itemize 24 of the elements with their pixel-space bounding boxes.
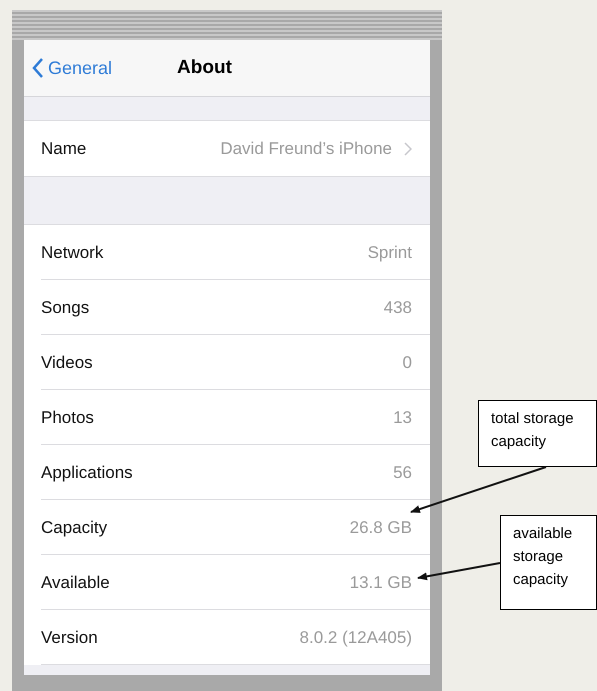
row-value: 13.1 GB [350, 572, 412, 594]
page-title: About [177, 56, 232, 80]
row-value: 56 [393, 462, 412, 484]
row-label: Network [41, 242, 104, 264]
row-value: 26.8 GB [350, 516, 412, 539]
settings-row[interactable]: Name David Freund’s iPhone [24, 121, 430, 176]
row-label: Songs [41, 296, 90, 319]
row-label: Applications [41, 462, 133, 484]
row-label: Photos [41, 406, 94, 429]
callout-label: available storage capacity [500, 515, 597, 610]
row-label: Capacity [41, 516, 108, 539]
back-button[interactable]: General [32, 54, 112, 82]
row-value: Sprint [368, 242, 412, 264]
row-label: Name [41, 138, 86, 160]
row-label: Version [41, 626, 98, 649]
row-value: 0 [402, 352, 412, 374]
row-label: Videos [41, 352, 93, 374]
callout-label: total storage capacity [478, 400, 597, 467]
row-value: 8.0.2 (12A405) [300, 626, 412, 649]
row-value: 13 [393, 406, 412, 429]
row-value: David Freund’s iPhone [220, 138, 392, 160]
row-value: 438 [384, 296, 412, 319]
chevron-left-icon [32, 57, 44, 79]
row-label: Available [41, 572, 110, 594]
